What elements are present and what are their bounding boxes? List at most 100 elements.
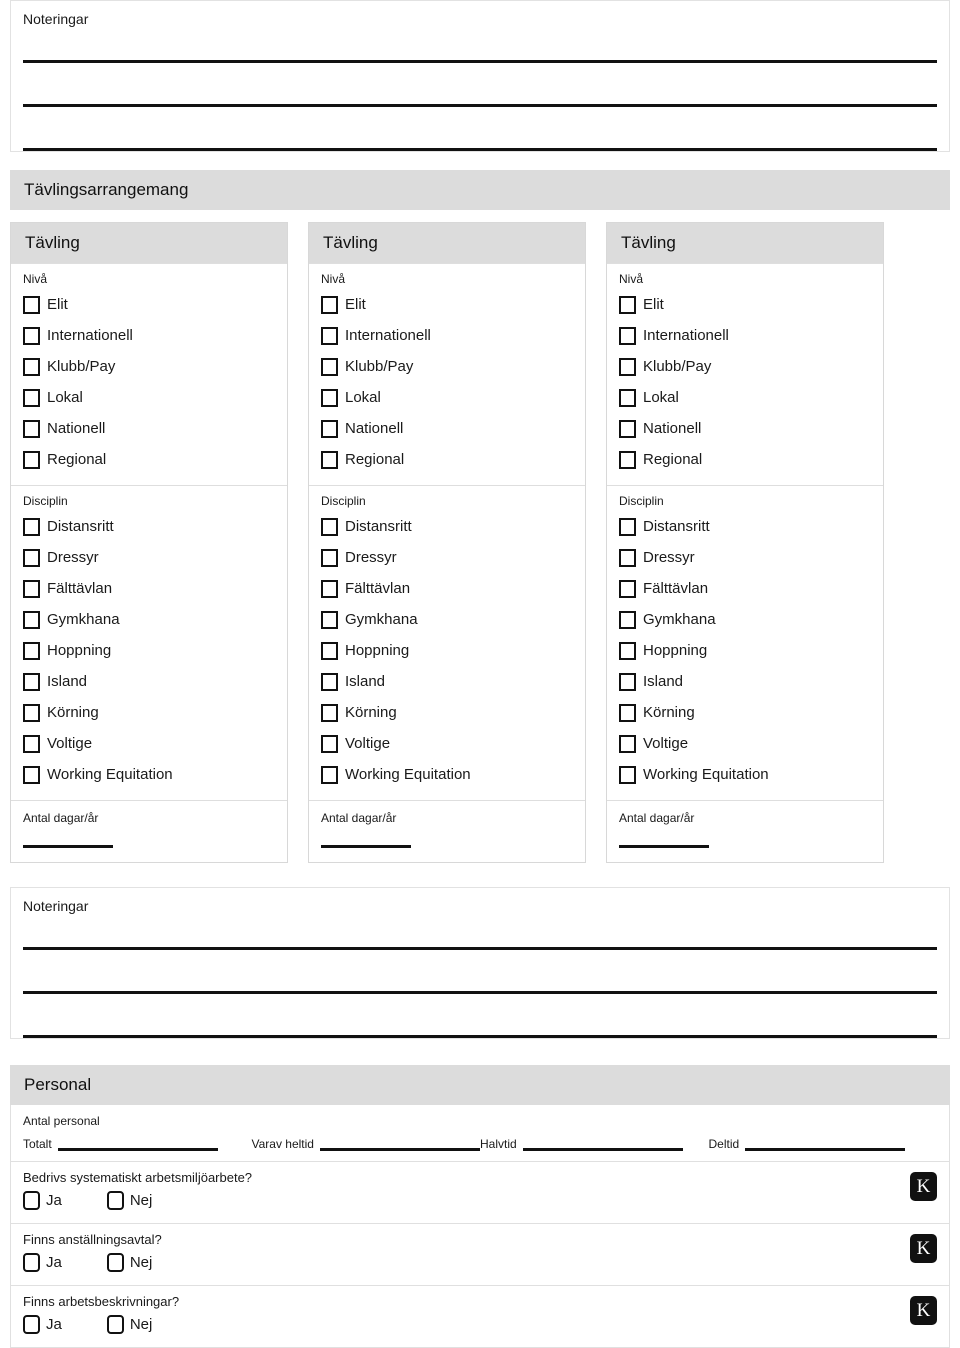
checkbox-icon[interactable] (619, 357, 636, 376)
checkbox-row[interactable]: Regional (619, 444, 873, 475)
checkbox-row[interactable]: Gymkhana (619, 604, 873, 635)
checkbox-icon[interactable] (321, 610, 338, 629)
checkbox-icon[interactable] (23, 419, 40, 438)
checkbox-row[interactable]: Island (23, 666, 277, 697)
checkbox-row[interactable]: Working Equitation (321, 759, 575, 790)
question-1-option-yes[interactable]: Ja (23, 1191, 62, 1210)
question-2-option-no[interactable]: Nej (106, 1253, 152, 1272)
checkbox-row[interactable]: Voltige (321, 728, 575, 759)
notes-top-line-1[interactable] (23, 29, 937, 63)
k-badge-icon[interactable]: K (910, 1172, 937, 1201)
checkbox-row[interactable]: Dressyr (619, 542, 873, 573)
checkbox-icon[interactable] (23, 1253, 40, 1272)
checkbox-row[interactable]: Internationell (321, 320, 575, 351)
checkbox-icon[interactable] (23, 672, 40, 691)
checkbox-icon[interactable] (321, 295, 338, 314)
checkbox-icon[interactable] (321, 419, 338, 438)
checkbox-icon[interactable] (619, 517, 636, 536)
checkbox-icon[interactable] (23, 641, 40, 660)
checkbox-icon[interactable] (619, 672, 636, 691)
checkbox-row[interactable]: Island (619, 666, 873, 697)
checkbox-icon[interactable] (106, 1253, 124, 1272)
checkbox-row[interactable]: Voltige (23, 728, 277, 759)
checkbox-icon[interactable] (23, 734, 40, 753)
checkbox-row[interactable]: Distansritt (23, 511, 277, 542)
checkbox-icon[interactable] (321, 357, 338, 376)
checkbox-icon[interactable] (23, 765, 40, 784)
checkbox-icon[interactable] (23, 517, 40, 536)
checkbox-row[interactable]: Elit (23, 289, 277, 320)
checkbox-icon[interactable] (321, 548, 338, 567)
checkbox-row[interactable]: Lokal (321, 382, 575, 413)
checkbox-row[interactable]: Distansritt (619, 511, 873, 542)
checkbox-row[interactable]: Internationell (23, 320, 277, 351)
question-3-option-yes[interactable]: Ja (23, 1315, 62, 1334)
checkbox-row[interactable]: Hoppning (321, 635, 575, 666)
checkbox-row[interactable]: Internationell (619, 320, 873, 351)
checkbox-row[interactable]: Körning (619, 697, 873, 728)
checkbox-icon[interactable] (23, 610, 40, 629)
checkbox-row[interactable]: Nationell (619, 413, 873, 444)
checkbox-row[interactable]: Fälttävlan (23, 573, 277, 604)
k-badge-icon[interactable]: K (910, 1234, 937, 1263)
question-1-option-no[interactable]: Nej (106, 1191, 152, 1210)
checkbox-icon[interactable] (23, 1315, 40, 1334)
checkbox-icon[interactable] (106, 1315, 124, 1334)
column-2-days-input[interactable] (321, 845, 411, 848)
checkbox-icon[interactable] (619, 548, 636, 567)
checkbox-icon[interactable] (23, 326, 40, 345)
checkbox-row[interactable]: Klubb/Pay (23, 351, 277, 382)
checkbox-icon[interactable] (321, 672, 338, 691)
checkbox-row[interactable]: Nationell (23, 413, 277, 444)
checkbox-icon[interactable] (619, 610, 636, 629)
checkbox-icon[interactable] (23, 579, 40, 598)
checkbox-row[interactable]: Regional (321, 444, 575, 475)
k-badge-icon[interactable]: K (910, 1296, 937, 1325)
checkbox-icon[interactable] (321, 326, 338, 345)
checkbox-row[interactable]: Distansritt (321, 511, 575, 542)
checkbox-row[interactable]: Nationell (321, 413, 575, 444)
checkbox-icon[interactable] (23, 295, 40, 314)
checkbox-row[interactable]: Dressyr (23, 542, 277, 573)
checkbox-icon[interactable] (23, 357, 40, 376)
checkbox-icon[interactable] (321, 703, 338, 722)
checkbox-icon[interactable] (23, 388, 40, 407)
checkbox-row[interactable]: Voltige (619, 728, 873, 759)
checkbox-row[interactable]: Island (321, 666, 575, 697)
checkbox-icon[interactable] (619, 450, 636, 469)
notes-top-line-2[interactable] (23, 63, 937, 107)
checkbox-icon[interactable] (619, 326, 636, 345)
checkbox-row[interactable]: Körning (23, 697, 277, 728)
checkbox-row[interactable]: Working Equitation (23, 759, 277, 790)
notes-bottom-line-3[interactable] (23, 994, 937, 1038)
notes-bottom-line-1[interactable] (23, 916, 937, 950)
notes-bottom-line-2[interactable] (23, 950, 937, 994)
checkbox-row[interactable]: Hoppning (23, 635, 277, 666)
checkbox-icon[interactable] (321, 765, 338, 784)
checkbox-icon[interactable] (321, 388, 338, 407)
question-3-option-no[interactable]: Nej (106, 1315, 152, 1334)
checkbox-icon[interactable] (23, 548, 40, 567)
checkbox-icon[interactable] (23, 1191, 40, 1210)
checkbox-row[interactable]: Klubb/Pay (321, 351, 575, 382)
checkbox-icon[interactable] (619, 295, 636, 314)
checkbox-row[interactable]: Lokal (23, 382, 277, 413)
staff-total-input[interactable] (57, 1139, 218, 1151)
checkbox-row[interactable]: Elit (619, 289, 873, 320)
checkbox-icon[interactable] (619, 641, 636, 660)
checkbox-row[interactable]: Dressyr (321, 542, 575, 573)
checkbox-icon[interactable] (321, 641, 338, 660)
staff-fulltime-input[interactable] (319, 1139, 480, 1151)
checkbox-row[interactable]: Fälttävlan (321, 573, 575, 604)
checkbox-icon[interactable] (106, 1191, 124, 1210)
checkbox-row[interactable]: Fälttävlan (619, 573, 873, 604)
checkbox-row[interactable]: Lokal (619, 382, 873, 413)
checkbox-icon[interactable] (23, 703, 40, 722)
checkbox-icon[interactable] (619, 703, 636, 722)
checkbox-icon[interactable] (619, 734, 636, 753)
checkbox-row[interactable]: Regional (23, 444, 277, 475)
staff-parttime-input[interactable] (745, 1139, 906, 1151)
checkbox-icon[interactable] (321, 734, 338, 753)
checkbox-icon[interactable] (619, 419, 636, 438)
checkbox-icon[interactable] (619, 388, 636, 407)
